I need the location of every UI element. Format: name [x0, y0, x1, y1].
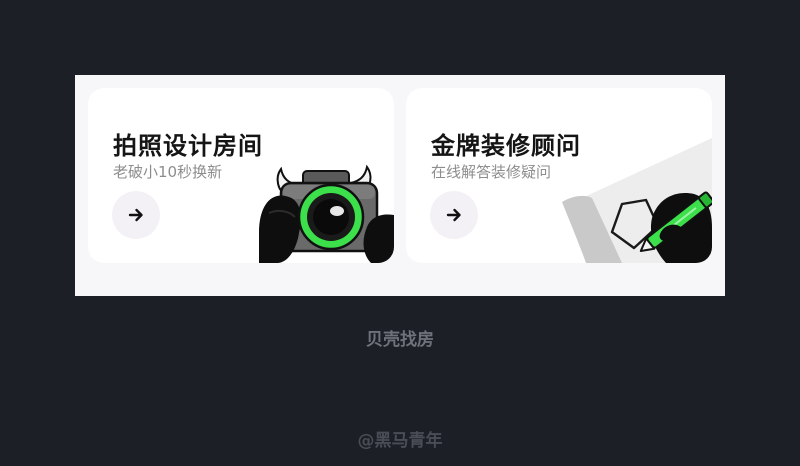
- gold-advisor-arrow-button[interactable]: [430, 191, 478, 239]
- photo-design-arrow-button[interactable]: [112, 191, 160, 239]
- photo-design-subtitle: 老破小10秒换新: [113, 163, 223, 181]
- pen-drawing-icon: [562, 138, 712, 263]
- photo-design-card[interactable]: 拍照设计房间 老破小10秒换新: [88, 88, 394, 263]
- watermark: @黑马青年: [357, 431, 443, 451]
- arrow-right-icon: [128, 208, 143, 222]
- photo-design-title: 拍照设计房间: [113, 132, 263, 160]
- arrow-right-icon: [446, 208, 461, 222]
- gold-advisor-title: 金牌装修顾问: [431, 132, 581, 160]
- camera-icon: [259, 164, 394, 263]
- gold-advisor-subtitle: 在线解答装修疑问: [431, 163, 552, 181]
- brand-caption: 贝壳找房: [366, 330, 434, 350]
- screen: 拍照设计房间 老破小10秒换新 金牌装修顾问 在线解答装修疑问 贝壳找房 @黑马…: [0, 0, 800, 466]
- feature-panel: 拍照设计房间 老破小10秒换新 金牌装修顾问 在线解答装修疑问: [75, 75, 725, 296]
- gold-advisor-card[interactable]: 金牌装修顾问 在线解答装修疑问: [406, 88, 712, 263]
